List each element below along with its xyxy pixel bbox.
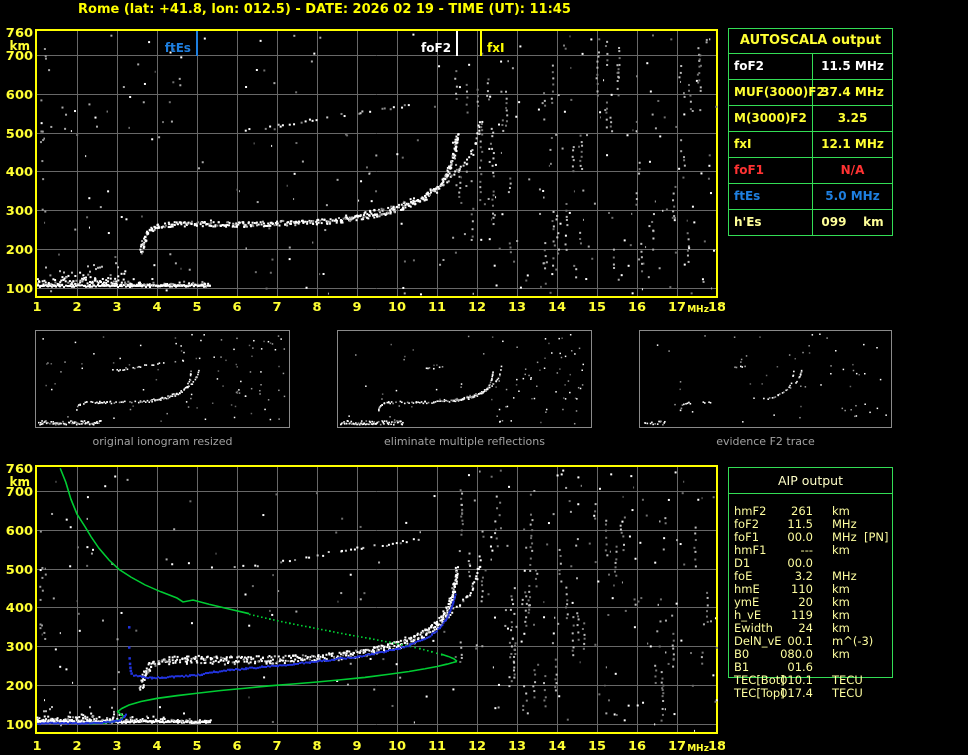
- table-row: ftEs 5.0 MHz: [729, 184, 892, 210]
- scaled-ionogram-chart: [0, 0, 725, 320]
- param-unit: km: [832, 544, 862, 557]
- param-label: h'Es: [729, 210, 813, 235]
- param-value: 3.25: [813, 106, 892, 131]
- aip-table-title: AIP output: [729, 468, 892, 494]
- autoscala-output-table: AUTOSCALA output foF2 11.5 MHz MUF(3000)…: [728, 28, 893, 236]
- autoscala-app-window: Rome (lat: +41.8, lon: 012.5) - DATE: 20…: [0, 0, 968, 755]
- table-row: fxI 12.1 MHz: [729, 132, 892, 158]
- autoscala-table-title: AUTOSCALA output: [729, 29, 892, 54]
- param-value: N/A: [813, 158, 892, 183]
- table-row: foF2 11.5 MHz: [729, 54, 892, 80]
- thumbnail-caption-evidence: evidence F2 trace: [639, 435, 892, 449]
- param-unit: km: [832, 648, 862, 661]
- param-value: 099 km: [813, 210, 892, 235]
- table-row: h'Es 099 km: [729, 210, 892, 235]
- thumbnail-eliminate-reflections: [337, 330, 592, 428]
- table-row: TEC[Top]017.4 TECU: [729, 687, 892, 700]
- param-label: foF1: [729, 158, 813, 183]
- thumbnail-original-ionogram: [35, 330, 290, 428]
- param-value: 11.5 MHz: [813, 54, 892, 79]
- thumbnail-caption-eliminate: eliminate multiple reflections: [337, 435, 592, 449]
- param-unit: TECU: [832, 687, 862, 700]
- table-row: MUF(3000)F2 37.4 MHz: [729, 80, 892, 106]
- param-value: 017.4: [777, 687, 813, 700]
- param-label: foF2: [729, 54, 813, 79]
- param-label: M(3000)F2: [729, 106, 813, 131]
- thumbnail-caption-original: original ionogram resized: [35, 435, 290, 449]
- param-value: 5.0 MHz: [813, 184, 892, 209]
- param-label: fxI: [729, 132, 813, 157]
- table-row: foF1 N/A: [729, 158, 892, 184]
- param-label: TEC[Top]: [729, 687, 777, 700]
- aip-output-table: AIP output hmF2261km foF211.5MHz foF100.…: [728, 467, 893, 678]
- table-row: M(3000)F2 3.25: [729, 106, 892, 132]
- aip-table-rows: hmF2261km foF211.5MHz foF100.0MHz[PN] hm…: [729, 505, 892, 700]
- electron-density-profile-chart: [0, 455, 725, 755]
- param-label: MUF(3000)F2: [729, 80, 813, 105]
- param-value: 12.1 MHz: [813, 132, 892, 157]
- thumbnail-evidence-f2-trace: [639, 330, 892, 428]
- param-value: 37.4 MHz: [813, 80, 892, 105]
- param-label: ftEs: [729, 184, 813, 209]
